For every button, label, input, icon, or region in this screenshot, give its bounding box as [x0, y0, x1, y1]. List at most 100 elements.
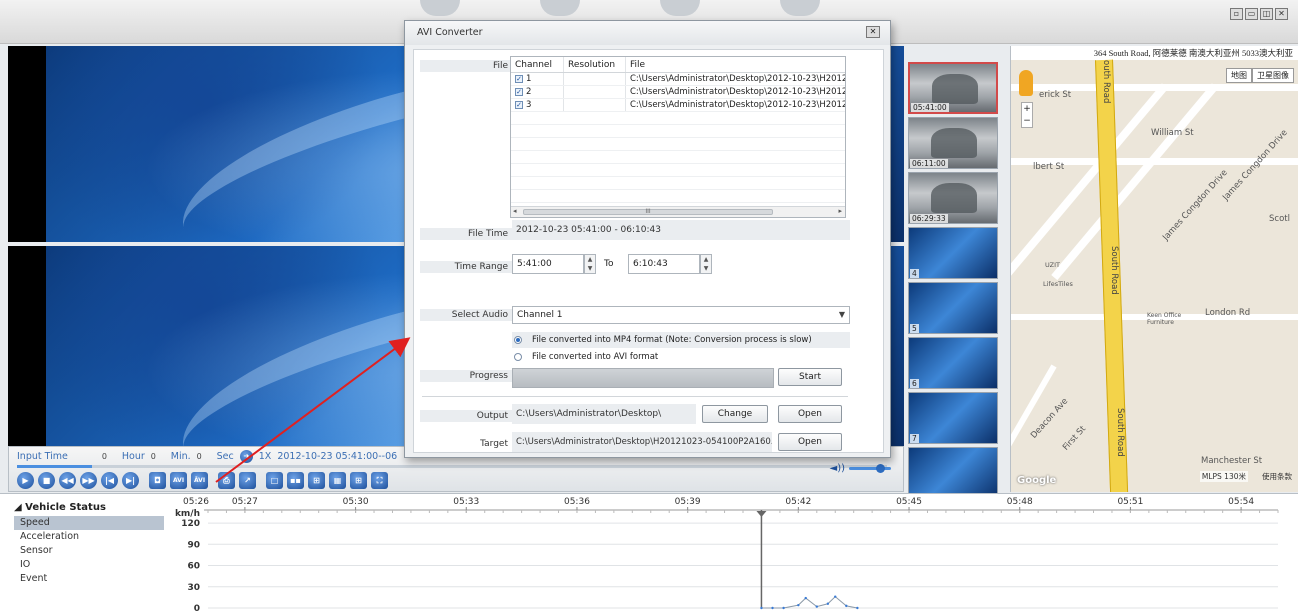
- x-tick-label: 05:36: [564, 497, 590, 507]
- channel-thumbnail[interactable]: 6: [908, 337, 998, 389]
- map-panel[interactable]: 364 South Road, 阿德莱德 南澳大利亚州 5033澳大利亚 eri…: [1010, 46, 1298, 492]
- layout-1-icon[interactable]: □: [266, 472, 283, 489]
- avi-icon[interactable]: AVI: [170, 472, 187, 489]
- status-item-event[interactable]: Event: [14, 572, 164, 586]
- change-button[interactable]: Change: [702, 405, 768, 423]
- table-row[interactable]: ✓ 1 C:\Users\Administrator\Desktop\2012-10…: [511, 73, 845, 86]
- channel-checkbox[interactable]: ✓: [515, 101, 523, 109]
- status-panel: ◢ Vehicle Status Speed Acceleration Sensor…: [0, 493, 1298, 612]
- channel-cell: ✓ 2: [511, 86, 563, 98]
- rewind-icon[interactable]: ◀◀: [59, 472, 76, 489]
- channel-thumbnail[interactable]: 06:29:33: [908, 172, 998, 224]
- close-icon[interactable]: ✕: [866, 26, 880, 38]
- close-button[interactable]: ✕: [1275, 8, 1288, 20]
- layout-2-icon[interactable]: ▪▪: [287, 472, 304, 489]
- speed-point: [845, 604, 848, 608]
- horizontal-scrollbar[interactable]: ◂ III ▸: [511, 206, 845, 217]
- start-button[interactable]: Start: [778, 368, 842, 386]
- fullscreen-icon[interactable]: ⛶: [371, 472, 388, 489]
- volume-icon[interactable]: ◄)): [830, 463, 846, 474]
- channel-thumbnail[interactable]: 05:41:00: [908, 62, 998, 114]
- time-to-input[interactable]: 6:10:43: [628, 254, 700, 274]
- table-row[interactable]: ✓ 2 C:\Users\Administrator\Desktop\2012-10…: [511, 86, 845, 99]
- map-label-street: James Congdon Drive: [1221, 127, 1290, 203]
- toolbar-tab-4[interactable]: [780, 0, 820, 16]
- map-type-toggle: 地图 卫星图像: [1226, 68, 1294, 83]
- fast-forward-icon[interactable]: ▶▶: [80, 472, 97, 489]
- go-arrow-icon[interactable]: ➜: [239, 450, 253, 463]
- scrollbar-thumb[interactable]: III: [523, 209, 773, 215]
- layout-9-icon[interactable]: ⊞: [350, 472, 367, 489]
- table-row[interactable]: ✓ 3 C:\Users\Administrator\Desktop\2012-10…: [511, 99, 845, 112]
- map-label-street: Manchester St: [1201, 456, 1263, 466]
- status-item-sensor[interactable]: Sensor: [14, 544, 164, 558]
- scroll-left-icon[interactable]: ◂: [513, 207, 517, 215]
- thumbnail-caption: 5: [910, 324, 919, 333]
- window-controls: ▫ ▭ ◫ ✕: [1230, 8, 1288, 20]
- volume-control[interactable]: ◄)): [830, 463, 891, 474]
- avi-batch-icon[interactable]: ĀVI: [191, 472, 208, 489]
- channel-thumbnail[interactable]: [908, 447, 998, 499]
- channel-thumbnail[interactable]: 4: [908, 227, 998, 279]
- table-body: ✓ 1 C:\Users\Administrator\Desktop\2012-10…: [511, 73, 845, 203]
- open-output-button[interactable]: Open: [778, 405, 842, 423]
- speed-point: [771, 606, 774, 610]
- seek-bar[interactable]: [17, 465, 887, 468]
- chart-icon[interactable]: ↗: [239, 472, 256, 489]
- minimize-button[interactable]: ▭: [1245, 8, 1258, 20]
- pegman-icon[interactable]: [1019, 70, 1033, 96]
- min-input[interactable]: 0: [151, 452, 165, 462]
- channel-thumbnail[interactable]: 06:11:00: [908, 117, 998, 169]
- hour-input[interactable]: 0: [102, 452, 116, 462]
- file-table[interactable]: Channel Resolution File ✓ 1 C:\Users\Admin…: [510, 56, 846, 218]
- column-header[interactable]: Resolution: [563, 57, 625, 72]
- print-icon[interactable]: ⎙: [218, 472, 235, 489]
- channel-thumbnail[interactable]: 7: [908, 392, 998, 444]
- status-item-acceleration[interactable]: Acceleration: [14, 530, 164, 544]
- toolbar-tab-3[interactable]: [660, 0, 700, 16]
- sec-input[interactable]: 0: [197, 452, 211, 462]
- radio-mp4[interactable]: [514, 336, 522, 344]
- time-to-spinner[interactable]: ▲ ▼: [700, 254, 712, 274]
- x-tick-label: 05:51: [1117, 497, 1143, 507]
- output-path: C:\Users\Administrator\Desktop\: [512, 404, 696, 424]
- vehicle-status-header[interactable]: ◢ Vehicle Status: [14, 502, 164, 513]
- layout-6-icon[interactable]: ▦: [329, 472, 346, 489]
- toolbar-tab-1[interactable]: [420, 0, 460, 16]
- zoom-control[interactable]: + −: [1021, 102, 1033, 128]
- layout-4-icon[interactable]: ⊞: [308, 472, 325, 489]
- camera-icon[interactable]: ◘: [149, 472, 166, 489]
- time-from-spinner[interactable]: ▲ ▼: [584, 254, 596, 274]
- status-item-speed[interactable]: Speed: [14, 516, 164, 530]
- chevron-down-icon[interactable]: ▼: [839, 307, 845, 323]
- restore-button[interactable]: ▫: [1230, 8, 1243, 20]
- map-type-satellite[interactable]: 卫星图像: [1252, 68, 1294, 83]
- maximize-button[interactable]: ◫: [1260, 8, 1273, 20]
- volume-knob[interactable]: [876, 464, 885, 473]
- time-from-input[interactable]: 5:41:00: [512, 254, 584, 274]
- open-target-button[interactable]: Open: [778, 433, 842, 451]
- map-label-street: lbert St: [1033, 162, 1065, 172]
- channel-thumbnail[interactable]: 5: [908, 282, 998, 334]
- radio-avi[interactable]: [514, 353, 522, 361]
- toolbar-tab-2[interactable]: [540, 0, 580, 16]
- channel-checkbox[interactable]: ✓: [515, 88, 523, 96]
- speed-chart[interactable]: 120 90 60 30 0 km/h 05:26 05:27 05:30 05:33 05:36 0…: [168, 494, 1298, 612]
- column-header[interactable]: Channel: [511, 57, 563, 72]
- status-item-io[interactable]: IO: [14, 558, 164, 572]
- prev-frame-icon[interactable]: |◀: [101, 472, 118, 489]
- scroll-right-icon[interactable]: ▸: [838, 207, 842, 215]
- next-frame-icon[interactable]: ▶|: [122, 472, 139, 489]
- channel-checkbox[interactable]: ✓: [515, 75, 523, 83]
- table-row-empty: [511, 164, 845, 177]
- stop-icon[interactable]: ■: [38, 472, 55, 489]
- format-option-mp4[interactable]: File converted into MP4 format (Note: Co…: [512, 332, 850, 348]
- play-icon[interactable]: ▶: [17, 472, 34, 489]
- volume-slider[interactable]: [849, 464, 891, 473]
- column-header[interactable]: File: [625, 57, 845, 72]
- dialog-title: AVI Converter: [405, 21, 890, 45]
- map-terms-link[interactable]: 使用条款: [1262, 471, 1292, 482]
- map-type-map[interactable]: 地图: [1226, 68, 1252, 83]
- audio-select[interactable]: Channel 1 ▼: [512, 306, 850, 324]
- format-option-avi[interactable]: File converted into AVI format: [512, 349, 850, 365]
